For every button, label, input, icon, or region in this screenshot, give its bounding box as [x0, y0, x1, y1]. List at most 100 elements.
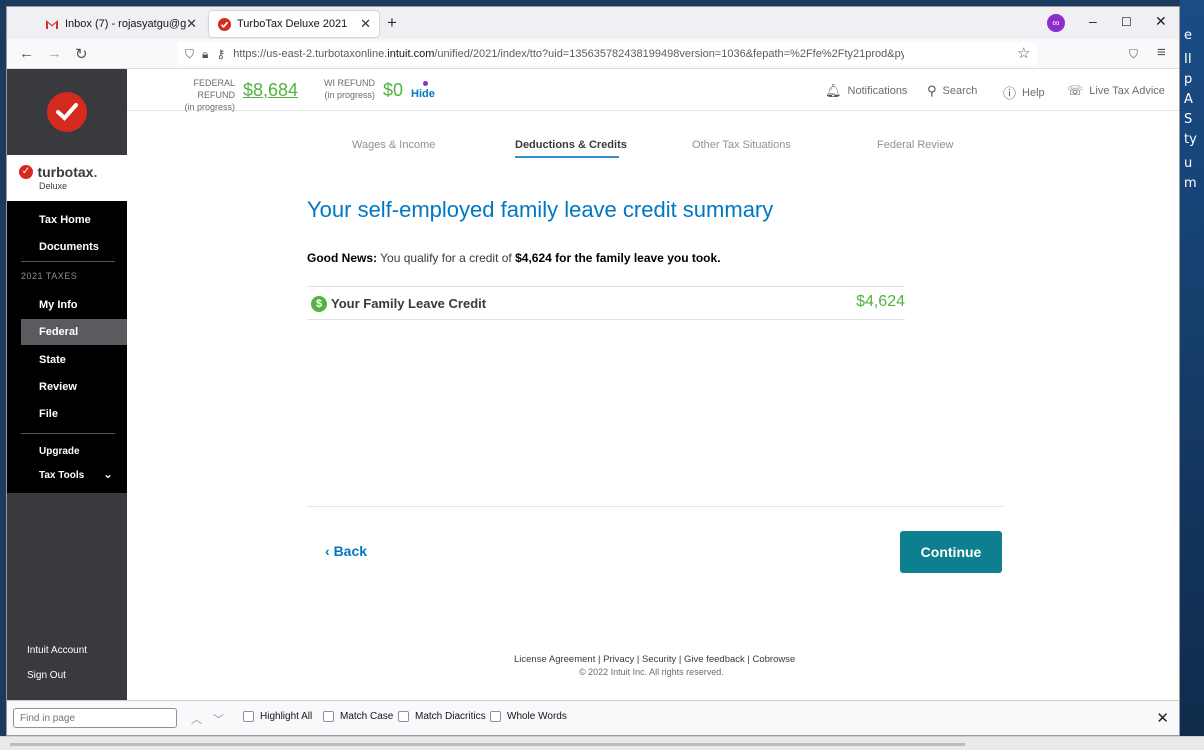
- bell-icon: 🔔︎: [825, 83, 842, 98]
- intuit-account-link[interactable]: Intuit Account: [27, 645, 87, 656]
- match-case-checkbox[interactable]: Match Case: [323, 711, 393, 722]
- divider: [21, 261, 115, 262]
- lock-icon[interactable]: 🔒︎: [202, 47, 208, 62]
- good-news-label: Good News:: [307, 251, 378, 265]
- reload-icon[interactable]: ↻: [75, 45, 88, 63]
- maximize-button[interactable]: ☐: [1121, 15, 1132, 29]
- step-deductions-credits[interactable]: Deductions & Credits: [515, 139, 627, 151]
- copyright-text: © 2022 Intuit Inc. All rights reserved.: [579, 667, 724, 677]
- close-tab-icon[interactable]: ✕: [360, 16, 371, 32]
- continue-button[interactable]: Continue: [900, 531, 1002, 573]
- federal-refund-label: FEDERAL REFUND (in progress): [157, 77, 235, 113]
- wi-refund-title: WI REFUND: [324, 78, 375, 88]
- chat-icon: ☏: [1067, 83, 1084, 98]
- checkbox-icon: [323, 711, 334, 722]
- back-label: Back: [333, 543, 368, 559]
- chevron-down-icon[interactable]: ⌄: [103, 467, 113, 481]
- sidebar-item-file[interactable]: File: [39, 408, 58, 420]
- notifications-label: Notifications: [847, 85, 908, 97]
- sidebar-item-my-info[interactable]: My Info: [39, 299, 78, 311]
- section-heading: 2021 TAXES: [21, 271, 78, 281]
- credit-summary-row: $ Your Family Leave Credit $4,624: [307, 286, 905, 320]
- find-bar: ︿ ﹀ Highlight All Match Case Match Diacr…: [7, 700, 1179, 735]
- turbotax-mark-icon: ✓: [19, 164, 33, 179]
- notifications-button[interactable]: 🔔︎ Notifications: [825, 83, 907, 99]
- help-button[interactable]: ⓘ Help: [1003, 83, 1045, 102]
- step-wages-income[interactable]: Wages & Income: [352, 139, 435, 151]
- checkbox-icon: [490, 711, 501, 722]
- wi-refund-label: WI REFUND (in progress): [323, 77, 375, 101]
- checkbox-icon: [243, 711, 254, 722]
- sidebar-item-review[interactable]: Review: [39, 381, 77, 393]
- bookmark-star-icon[interactable]: ☆: [1017, 44, 1030, 62]
- live-tax-advice-button[interactable]: ☏ Live Tax Advice: [1067, 83, 1165, 99]
- federal-refund-value[interactable]: $8,684: [243, 80, 298, 101]
- back-arrow-icon[interactable]: ←: [19, 45, 34, 62]
- active-step-indicator: [515, 156, 619, 158]
- tab-label: TurboTax Deluxe 2021: [237, 18, 348, 30]
- sidebar-item-tax-home[interactable]: Tax Home: [39, 214, 91, 226]
- step-federal-review[interactable]: Federal Review: [877, 139, 953, 151]
- find-input[interactable]: [13, 708, 177, 728]
- desktop-background: e II p A Sty u m: [1180, 0, 1204, 750]
- live-tax-advice-label: Live Tax Advice: [1089, 85, 1165, 97]
- brand-name: turbotax: [37, 163, 94, 180]
- chevron-left-icon: ‹: [325, 543, 334, 559]
- sidebar-item-upgrade[interactable]: Upgrade: [39, 446, 80, 457]
- match-diacritics-checkbox[interactable]: Match Diacritics: [398, 711, 486, 722]
- refund-header: FEDERAL REFUND (in progress) $8,684 WI R…: [127, 69, 1179, 113]
- sidebar: ✓ turbotax. Deluxe Tax Home Documents 20…: [7, 69, 127, 700]
- back-button[interactable]: ‹ Back: [325, 543, 367, 559]
- option-label: Match Diacritics: [415, 711, 486, 722]
- new-tab-button[interactable]: +: [387, 13, 397, 33]
- key-icon[interactable]: ⚷: [216, 47, 225, 61]
- profile-icon[interactable]: ∞: [1047, 14, 1065, 32]
- checkmark-icon: [47, 92, 87, 132]
- browser-window: Inbox (7) - rojasyatgu@gmail.co ✕ TurboT…: [6, 6, 1180, 736]
- search-button[interactable]: ⚲ Search: [927, 83, 977, 99]
- federal-refund-status: (in progress): [184, 102, 235, 112]
- brand-edition: Deluxe: [39, 181, 68, 191]
- search-label: Search: [942, 85, 978, 97]
- shield-icon[interactable]: ⛉: [185, 47, 194, 62]
- turbotax-icon: [217, 17, 231, 31]
- sign-out-link[interactable]: Sign Out: [27, 670, 66, 681]
- legal-links[interactable]: License Agreement | Privacy | Security |…: [514, 654, 795, 665]
- option-label: Whole Words: [507, 711, 567, 722]
- close-window-button[interactable]: ✕: [1155, 13, 1167, 30]
- tab-bar: Inbox (7) - rojasyatgu@gmail.co ✕ TurboT…: [7, 7, 1179, 39]
- dollar-icon: $: [311, 296, 327, 312]
- step-other-tax-situations[interactable]: Other Tax Situations: [692, 139, 791, 151]
- menu-icon[interactable]: ≡: [1157, 44, 1166, 61]
- page-title: Your self-employed family leave credit s…: [307, 197, 774, 222]
- url-prefix: https://us-east-2.turbotaxonline.: [233, 48, 388, 60]
- brand-block: ✓ turbotax. Deluxe: [7, 155, 127, 201]
- tab-gmail[interactable]: Inbox (7) - rojasyatgu@gmail.co ✕: [37, 11, 205, 37]
- hide-link[interactable]: Hide: [411, 88, 435, 100]
- pocket-icon[interactable]: ⛉: [1129, 47, 1138, 62]
- wi-refund-value[interactable]: $0: [383, 80, 403, 101]
- turbotax-logo[interactable]: [7, 69, 127, 155]
- sidebar-item-tax-tools[interactable]: Tax Tools: [39, 470, 84, 481]
- url-bar[interactable]: ⛉ 🔒︎ ⚷ https://us-east-2.turbotaxonline.…: [177, 42, 1037, 66]
- sidebar-item-federal[interactable]: Federal: [21, 319, 127, 345]
- checkbox-icon: [398, 711, 409, 722]
- sidebar-item-documents[interactable]: Documents: [39, 241, 99, 253]
- good-news-amount: $4,624 for the family leave you took.: [515, 251, 721, 265]
- forward-arrow-icon[interactable]: →: [47, 45, 62, 62]
- credit-amount: $4,624: [856, 293, 905, 310]
- sidebar-item-state[interactable]: State: [39, 354, 66, 366]
- option-label: Highlight All: [260, 711, 313, 722]
- close-tab-icon[interactable]: ✕: [186, 16, 197, 32]
- find-next-icon[interactable]: ﹀: [213, 711, 224, 727]
- close-icon[interactable]: ✕: [1156, 709, 1169, 727]
- tab-turbotax[interactable]: TurboTax Deluxe 2021 ✕: [209, 11, 379, 37]
- whole-words-checkbox[interactable]: Whole Words: [490, 711, 567, 722]
- minimize-button[interactable]: –: [1089, 13, 1097, 29]
- desktop-scrollbar[interactable]: [0, 736, 1204, 750]
- find-previous-icon[interactable]: ︿: [191, 711, 202, 727]
- scrollbar-thumb[interactable]: [10, 743, 965, 746]
- help-icon: ⓘ: [1003, 86, 1017, 101]
- highlight-all-checkbox[interactable]: Highlight All: [243, 711, 312, 722]
- wi-refund-status: (in progress): [324, 90, 375, 100]
